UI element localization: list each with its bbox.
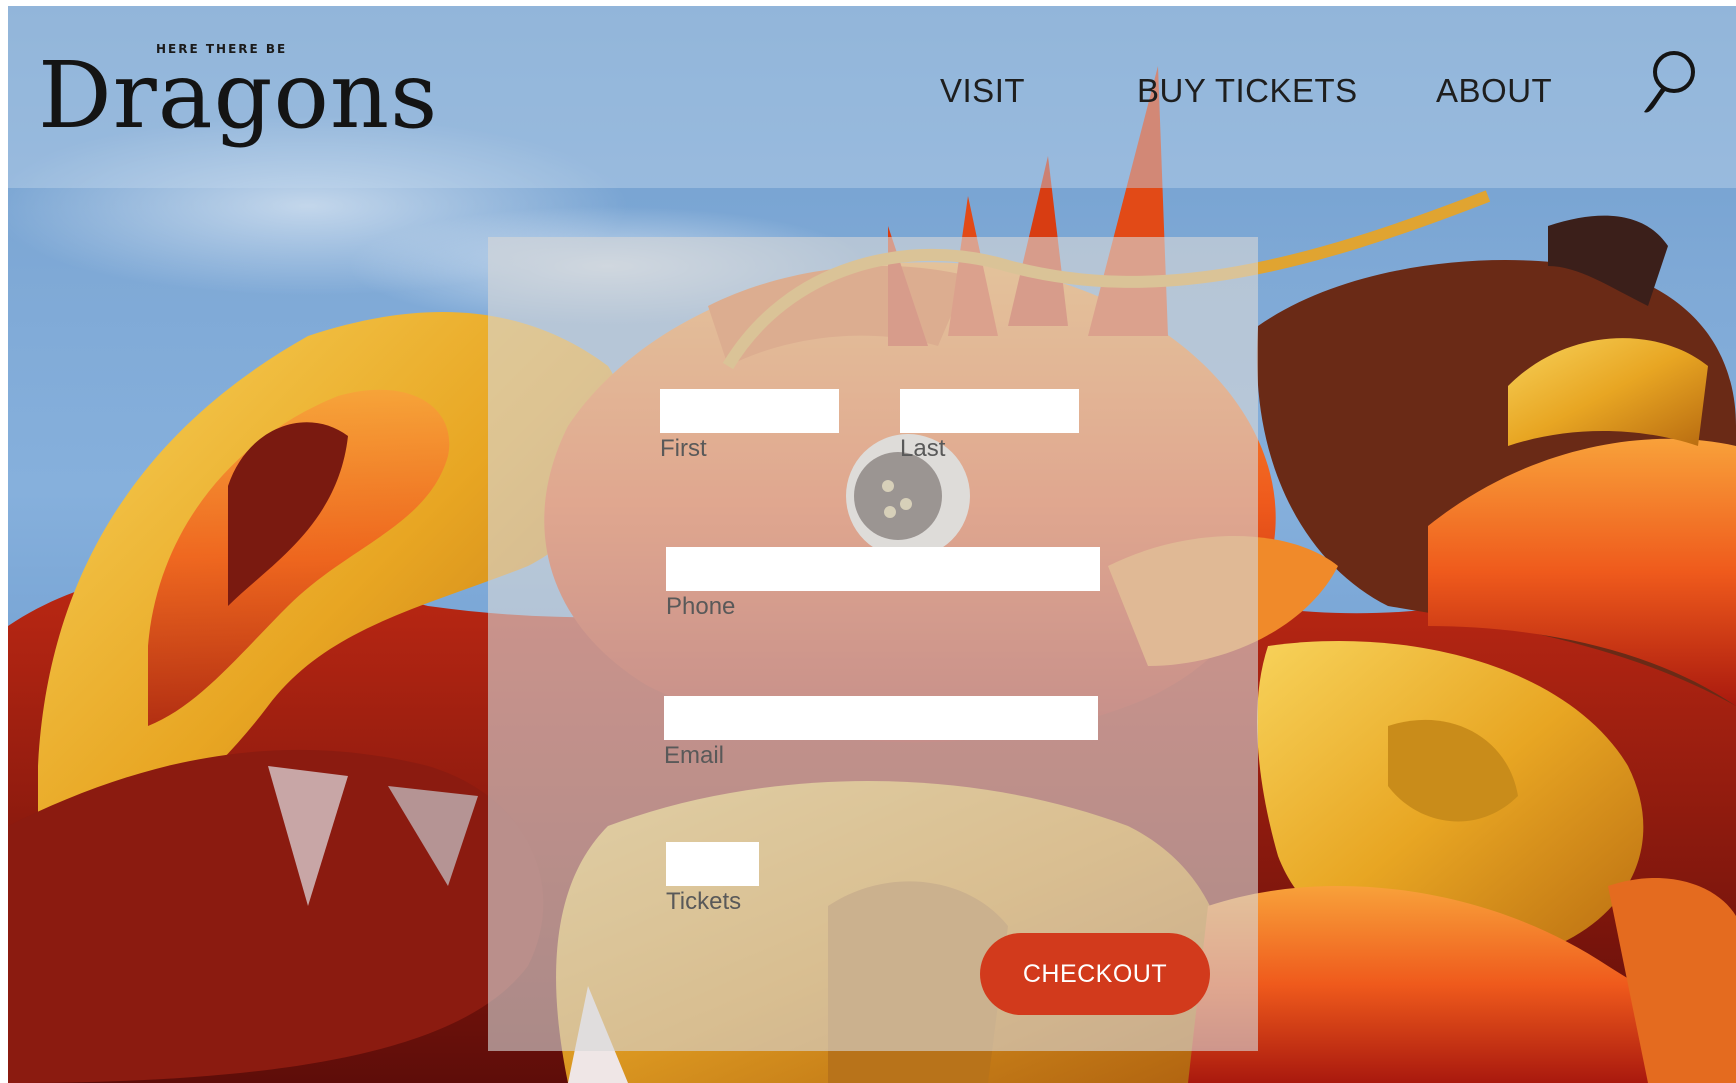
page: HERE THERE BE Dragons VISIT BUY TICKETS …	[8, 6, 1736, 1083]
tickets-label: Tickets	[666, 888, 742, 915]
tickets-quantity-field[interactable]	[666, 842, 759, 886]
nav-item-visit[interactable]: VISIT	[940, 72, 1025, 110]
nav-item-about[interactable]: ABOUT	[1436, 72, 1552, 110]
first-name-label: First	[660, 435, 707, 462]
search-button[interactable]	[1640, 46, 1700, 118]
nav-item-buy-tickets[interactable]: BUY TICKETS	[1137, 72, 1358, 110]
email-label: Email	[664, 742, 725, 769]
first-name-field[interactable]	[660, 389, 839, 433]
search-icon	[1644, 51, 1695, 113]
email-field[interactable]	[664, 696, 1098, 740]
checkout-form-panel: First Last Phone Email Tickets CHECKOUT	[488, 237, 1258, 1051]
phone-label: Phone	[666, 593, 736, 620]
site-header: HERE THERE BE Dragons VISIT BUY TICKETS …	[8, 6, 1736, 188]
main-nav: VISIT BUY TICKETS ABOUT	[8, 72, 1736, 112]
last-name-field[interactable]	[900, 389, 1079, 433]
last-name-label: Last	[900, 435, 946, 462]
phone-field[interactable]	[666, 547, 1100, 591]
checkout-button[interactable]: CHECKOUT	[980, 933, 1210, 1015]
